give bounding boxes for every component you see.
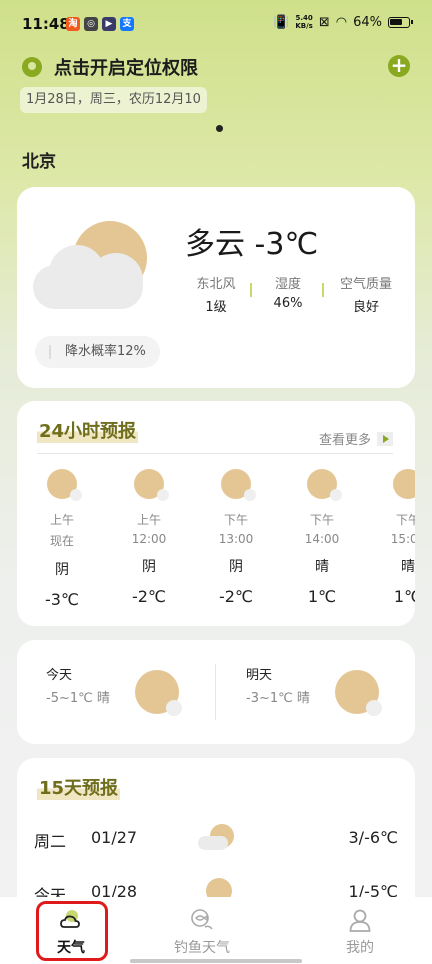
- date-lunar-label: 1月28日，周三，农历12月10: [20, 87, 207, 113]
- weather-icon: [134, 469, 169, 501]
- forecast-15-title: 15天预报: [37, 774, 121, 800]
- nav-tab-weather[interactable]: 天气: [21, 897, 121, 964]
- hourly-item: 上午 12:00 阴 -2℃: [119, 469, 179, 606]
- hourly-item: 下午 15:00 晴 1℃: [378, 469, 415, 606]
- weather-metrics: 东北风 1级 湿度 46% 空气质量 良好: [180, 273, 415, 315]
- partly-cloudy-icon: [33, 221, 158, 311]
- weather-icon: [393, 469, 415, 499]
- notification-icons: 淘 ◎ ▶ 支: [66, 17, 134, 31]
- weather-icon: [307, 469, 342, 501]
- current-condition-temp: 多云 -3℃: [185, 227, 319, 262]
- rain-probability: 降水概率12%: [35, 336, 160, 368]
- notify-app-icon: ◎: [84, 17, 98, 31]
- notify-app-icon: 支: [120, 17, 134, 31]
- weather-icon: [47, 469, 82, 501]
- city-name: 北京: [22, 152, 56, 172]
- battery-text: 64%: [353, 14, 382, 30]
- battery-icon: [388, 16, 413, 28]
- sunny-icon: [135, 670, 182, 716]
- page-indicator-dot: [216, 125, 223, 132]
- hourly-forecast-card: 24小时预报 查看更多 上午 现在 阴 -3℃ 上午 12:00 阴 -2℃ 下…: [17, 401, 415, 626]
- forecast-row[interactable]: 周二 01/27 3/-6℃: [34, 824, 398, 854]
- bottom-nav: 天气 钓鱼天气 我的: [0, 897, 432, 964]
- home-indicator[interactable]: [130, 959, 302, 963]
- location-row[interactable]: 点击开启定位权限 +: [22, 54, 410, 80]
- notify-app-icon: ▶: [102, 17, 116, 31]
- divider: [215, 664, 216, 720]
- fish-icon: [189, 907, 215, 933]
- net-speed: 5.40 KB/s: [295, 14, 313, 30]
- status-right: 📳 5.40 KB/s ⊠ ◠ 64%: [273, 14, 413, 30]
- location-permission-prompt[interactable]: 点击开启定位权限: [54, 54, 198, 80]
- vibrate-icon: 📳: [273, 14, 290, 30]
- partly-cloudy-icon: [198, 824, 238, 854]
- divider: [37, 453, 393, 454]
- location-pin-icon: [22, 57, 42, 77]
- weather-tab-icon: [58, 907, 84, 933]
- air-quality-metric: 空气质量 良好: [322, 273, 408, 315]
- status-time: 11:48: [22, 15, 70, 33]
- tomorrow-summary: 明天 -3~1℃ 晴: [246, 668, 310, 706]
- status-bar: 11:48 淘 ◎ ▶ 支 📳 5.40 KB/s ⊠ ◠ 64%: [0, 0, 432, 48]
- nav-tab-me[interactable]: 我的: [310, 897, 410, 964]
- hourly-title: 24小时预报: [37, 417, 139, 443]
- sunny-icon: [335, 670, 382, 716]
- sim-off-icon: ⊠: [318, 14, 330, 30]
- hourly-item: 上午 现在 阴 -3℃: [32, 469, 92, 609]
- hourly-item: 下午 14:00 晴 1℃: [292, 469, 352, 606]
- wifi-icon: ◠: [335, 14, 348, 30]
- wind-metric: 东北风 1级: [196, 277, 236, 315]
- today-summary: 今天 -5~1℃ 晴: [46, 668, 110, 706]
- view-more-button[interactable]: 查看更多: [319, 429, 393, 448]
- humidity-metric: 湿度 46%: [250, 273, 324, 315]
- person-icon: [347, 907, 373, 933]
- notify-app-icon: 淘: [66, 17, 80, 31]
- add-city-button[interactable]: +: [388, 55, 410, 77]
- hourly-item: 下午 13:00 阴 -2℃: [206, 469, 266, 606]
- current-weather-card[interactable]: 多云 -3℃ 东北风 1级 湿度 46% 空气质量 良好 降水概率12%: [17, 187, 415, 388]
- today-tomorrow-card[interactable]: 今天 -5~1℃ 晴 明天 -3~1℃ 晴: [17, 640, 415, 744]
- weather-icon: [221, 469, 256, 501]
- play-arrow-icon: [377, 431, 393, 446]
- nav-tab-fishing[interactable]: 钓鱼天气: [152, 897, 252, 964]
- forecast-15-card: 15天预报 周二 01/27 3/-6℃ 今天 01/28 1/-5℃: [17, 758, 415, 918]
